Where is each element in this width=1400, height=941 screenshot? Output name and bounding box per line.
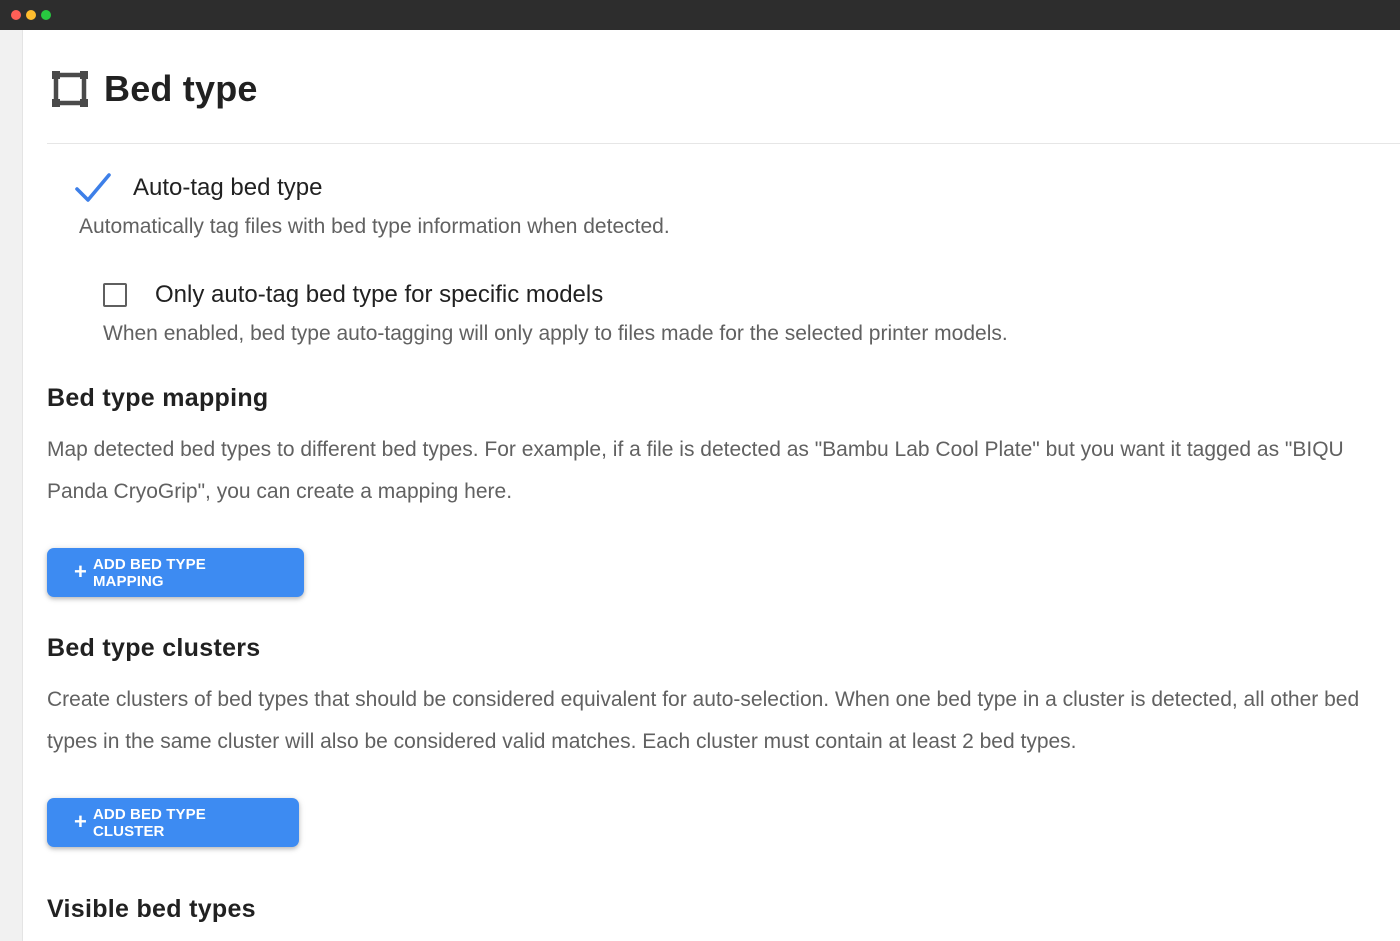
plus-icon: + [74, 808, 87, 834]
sidebar-edge [0, 30, 23, 941]
bed-type-mapping-description: Map detected bed types to different bed … [47, 429, 1400, 513]
clusters-description-line: types in the same cluster will also be c… [47, 730, 1077, 753]
bed-frame-icon [52, 71, 88, 107]
mapping-description-line: Panda CryoGrip", you can create a mappin… [47, 480, 513, 503]
specific-models-description: When enabled, bed type auto-tagging will… [103, 322, 1008, 345]
bed-type-clusters-description: Create clusters of bed types that should… [47, 679, 1400, 763]
page-header: Bed type [50, 66, 258, 112]
auto-tag-description: Automatically tag files with bed type in… [79, 215, 670, 238]
window-titlebar [0, 0, 1400, 30]
specific-models-label: Only auto-tag bed type for specific mode… [155, 281, 604, 308]
checkmark-icon[interactable] [74, 171, 112, 205]
minimize-window-button[interactable] [26, 10, 36, 20]
plus-icon: + [74, 558, 87, 584]
bed-type-mapping-title: Bed type mapping [47, 384, 269, 412]
auto-tag-toggle[interactable]: Auto-tag bed type [74, 170, 322, 206]
visible-bed-types-title: Visible bed types [47, 895, 256, 923]
add-cluster-label: ADD BED TYPE CLUSTER [92, 805, 206, 840]
header-divider [47, 143, 1400, 144]
page-title: Bed type [104, 68, 258, 109]
close-window-button[interactable] [11, 10, 21, 20]
auto-tag-label: Auto-tag bed type [133, 174, 323, 201]
specific-models-toggle[interactable]: Only auto-tag bed type for specific mode… [103, 279, 603, 311]
mapping-description-line: Map detected bed types to different bed … [47, 438, 1344, 461]
maximize-window-button[interactable] [41, 10, 51, 20]
bed-type-clusters-title: Bed type clusters [47, 634, 261, 662]
add-bed-type-mapping-button[interactable]: + ADD BED TYPE MAPPING [47, 548, 304, 597]
clusters-description-line: Create clusters of bed types that should… [47, 688, 1360, 711]
add-mapping-label: ADD BED TYPE MAPPING [92, 555, 206, 590]
specific-models-checkbox[interactable] [103, 283, 127, 307]
add-bed-type-cluster-button[interactable]: + ADD BED TYPE CLUSTER [47, 798, 299, 847]
